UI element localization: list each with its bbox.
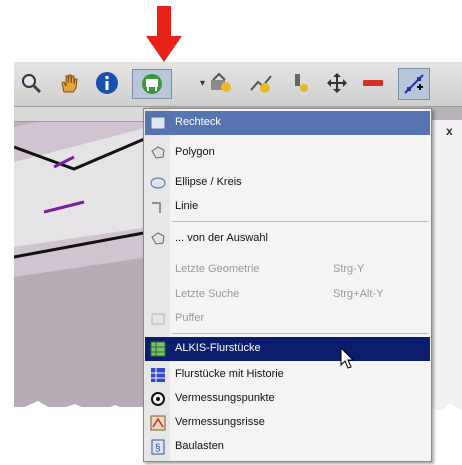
info-icon[interactable] [92, 68, 122, 98]
menu-item-linie[interactable]: Linie [145, 195, 430, 219]
side-panel-strip [432, 120, 462, 410]
menu-item-puffer[interactable]: Puffer [145, 307, 430, 331]
menu-item-baulasten[interactable]: § Baulasten [145, 435, 430, 459]
tool-icon-1[interactable] [206, 68, 236, 98]
line-icon [152, 202, 161, 213]
selection-dropdown-menu: Rechteck Polygon Ellipse / Kreis Linie .… [143, 108, 432, 462]
menu-item-polygon[interactable]: Polygon [145, 141, 430, 165]
menu-item-letzte-geometrie[interactable]: Letzte Geometrie Strg-Y [145, 258, 430, 282]
svg-text:§: § [155, 443, 161, 454]
map-tab-bar [14, 107, 144, 122]
remove-icon[interactable] [358, 68, 388, 98]
menu-item-ellipse[interactable]: Ellipse / Kreis [145, 171, 430, 195]
polygon-icon [151, 232, 165, 245]
selection-tool-icon [142, 74, 162, 94]
close-icon[interactable]: x [446, 124, 453, 138]
menu-item-rechteck[interactable]: Rechteck [145, 111, 430, 135]
menu-item-flurstuecke-mit-historie[interactable]: Flurstücke mit Historie [145, 363, 430, 387]
buffer-icon [151, 313, 165, 325]
pan-hand-icon[interactable] [54, 68, 84, 98]
ellipse-icon [150, 177, 166, 189]
zoom-icon[interactable] [16, 68, 46, 98]
menu-item-alkis-flurstuecke[interactable]: ALKIS-Flurstücke [145, 337, 430, 361]
chevron-down-icon[interactable]: ▾ [200, 78, 205, 89]
selection-tool-button[interactable] [132, 69, 172, 99]
menu-item-vermessungsrisse[interactable]: Vermessungsrisse [145, 411, 430, 435]
shortcut-label: Strg-Y [333, 263, 365, 275]
menu-item-vermessungspunkte[interactable]: Vermessungspunkte [145, 387, 430, 411]
move-icon[interactable] [322, 68, 352, 98]
rectangle-icon [150, 116, 166, 130]
annotation-arrow-icon [146, 6, 182, 62]
polygon-icon [151, 146, 165, 159]
menu-item-letzte-suche[interactable]: Letzte Suche Strg+Alt-Y [145, 283, 430, 307]
mouse-cursor-icon [340, 347, 355, 369]
menu-separator [172, 221, 428, 222]
baulast-icon: § [151, 439, 165, 455]
shortcut-label: Strg+Alt-Y [333, 288, 384, 300]
main-toolbar: ▾ [14, 62, 462, 107]
tool-icon-2[interactable] [246, 68, 276, 98]
tool-icon-3[interactable] [286, 68, 316, 98]
menu-item-von-der-auswahl[interactable]: ... von der Auswahl [145, 227, 430, 251]
parcel-history-icon [151, 368, 165, 382]
survey-point-icon [151, 392, 165, 406]
add-point-icon[interactable] [398, 68, 430, 100]
survey-sketch-icon [150, 415, 166, 431]
menu-separator [172, 333, 428, 334]
parcel-icon [150, 341, 166, 357]
